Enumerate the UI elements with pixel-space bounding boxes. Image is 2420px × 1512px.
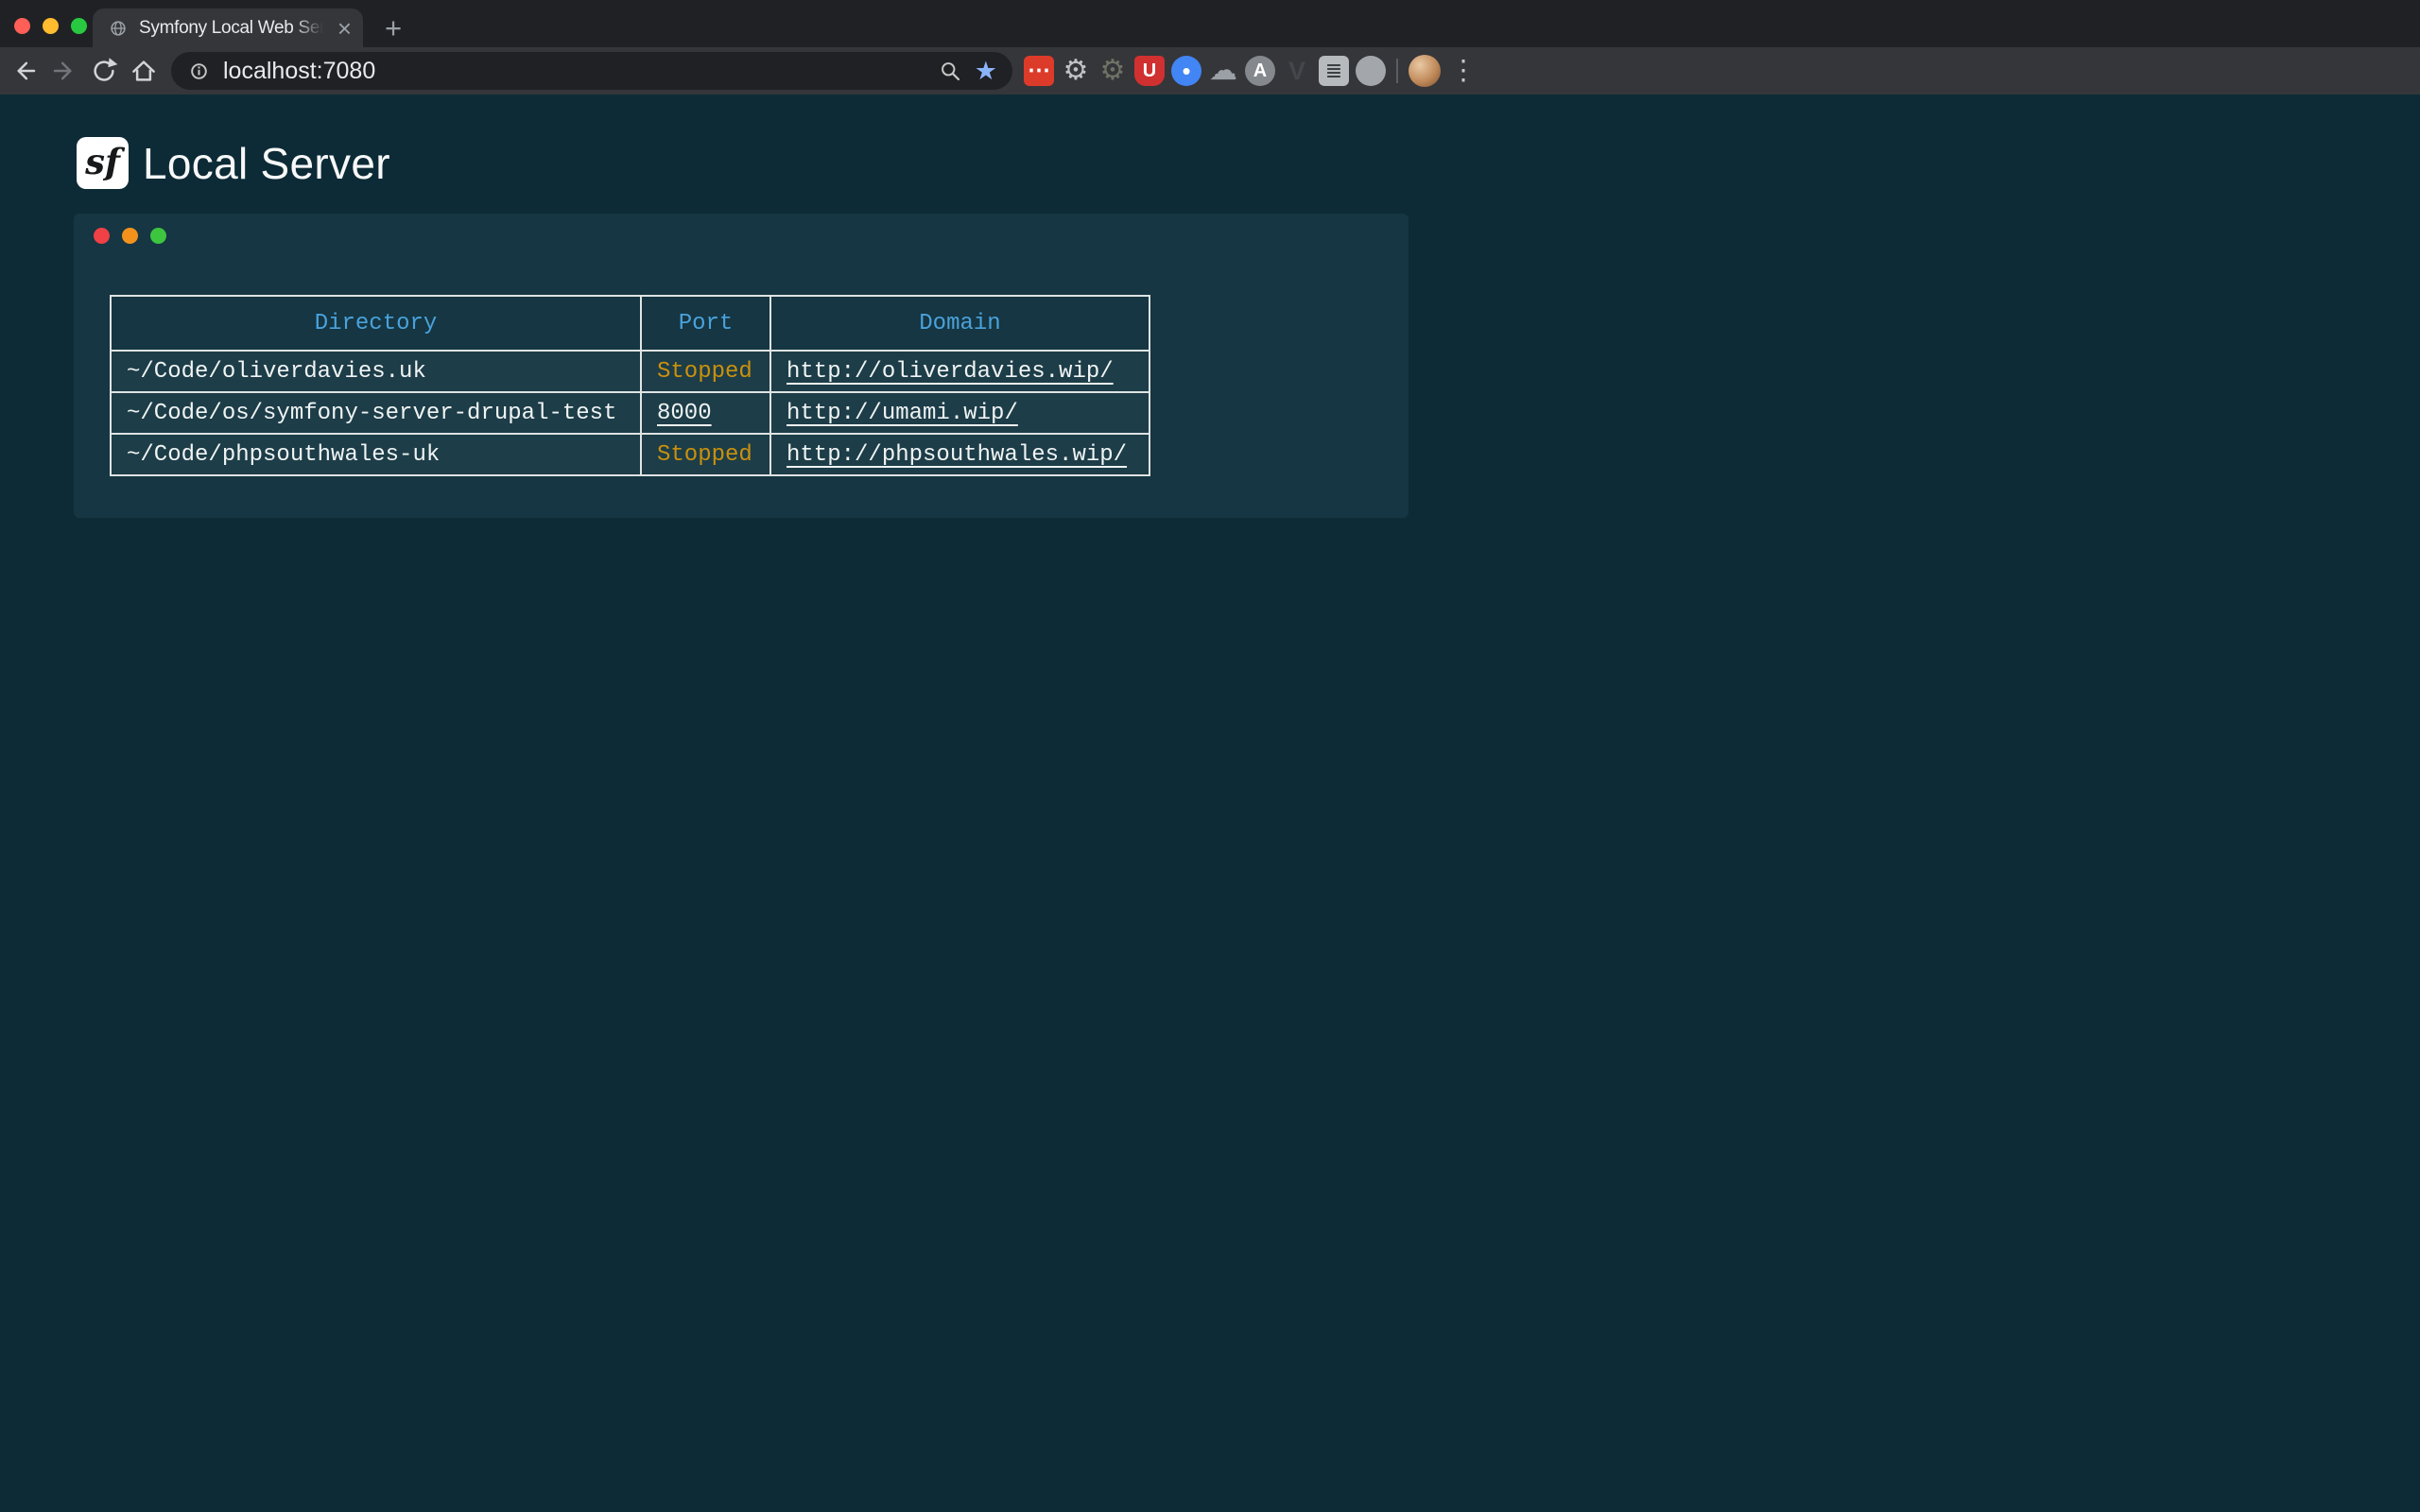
domain-link[interactable]: http://umami.wip/ bbox=[786, 401, 1018, 426]
status-stopped-label: Stopped bbox=[657, 442, 752, 468]
github-extension-icon[interactable] bbox=[1356, 56, 1386, 86]
status-stopped-label: Stopped bbox=[657, 359, 752, 385]
home-button[interactable] bbox=[124, 50, 164, 92]
window-close-button[interactable] bbox=[14, 18, 30, 34]
address-bar[interactable]: localhost:7080 ★ bbox=[171, 52, 1012, 90]
v-letter-extension-icon[interactable]: V bbox=[1282, 56, 1312, 86]
url-text: localhost:7080 bbox=[223, 58, 926, 85]
forward-arrow-icon bbox=[50, 57, 78, 85]
browser-tab[interactable]: Symfony Local Web Server: Prox × bbox=[93, 9, 363, 47]
server-table: Directory Port Domain ~/Code/oliverdavie… bbox=[110, 295, 1150, 476]
domain-column-header: Domain bbox=[770, 296, 1150, 351]
back-arrow-icon bbox=[10, 57, 39, 85]
table-header-row: Directory Port Domain bbox=[111, 296, 1150, 351]
home-icon bbox=[130, 57, 158, 85]
port-link[interactable]: 8000 bbox=[657, 401, 712, 426]
terminal-green-dot-icon bbox=[150, 228, 166, 244]
directory-cell: ~/Code/os/symfony-server-drupal-test bbox=[111, 392, 641, 434]
directory-cell: ~/Code/phpsouthwales-uk bbox=[111, 434, 641, 475]
blue-circle-extension-icon[interactable]: • bbox=[1171, 56, 1201, 86]
window-zoom-button[interactable] bbox=[71, 18, 87, 34]
page-content: sf Local Server Directory Port Domain bbox=[0, 94, 2420, 1512]
gear-dark-extension-icon[interactable]: ⚙ bbox=[1098, 56, 1128, 86]
reload-icon bbox=[90, 57, 118, 85]
a-letter-extension-icon[interactable]: A bbox=[1245, 56, 1275, 86]
terminal-panel: Directory Port Domain ~/Code/oliverdavie… bbox=[74, 214, 1409, 518]
gear-light-extension-icon[interactable]: ⚙ bbox=[1061, 56, 1091, 86]
page-title: Local Server bbox=[143, 138, 390, 189]
brand-header: sf Local Server bbox=[0, 94, 2420, 189]
domain-cell: http://umami.wip/ bbox=[770, 392, 1150, 434]
zoom-icon[interactable] bbox=[938, 59, 963, 84]
new-tab-button[interactable]: + bbox=[377, 11, 409, 43]
domain-cell: http://phpsouthwales.wip/ bbox=[770, 434, 1150, 475]
directory-column-header: Directory bbox=[111, 296, 641, 351]
globe-favicon-icon bbox=[108, 18, 129, 39]
tab-strip: Symfony Local Web Server: Prox × + bbox=[0, 0, 2420, 47]
table-row: ~/Code/os/symfony-server-drupal-test 800… bbox=[111, 392, 1150, 434]
window-minimize-button[interactable] bbox=[43, 18, 59, 34]
port-column-header: Port bbox=[641, 296, 770, 351]
back-button[interactable] bbox=[5, 50, 44, 92]
forward-button[interactable] bbox=[44, 50, 84, 92]
terminal-red-dot-icon bbox=[94, 228, 110, 244]
profile-avatar[interactable] bbox=[1409, 55, 1441, 87]
extensions-area: ⋯ ⚙ ⚙ U • ☁ A V ≣ bbox=[1024, 56, 1386, 86]
traffic-lights bbox=[14, 18, 87, 34]
domain-link[interactable]: http://phpsouthwales.wip/ bbox=[786, 442, 1127, 468]
grid-extension-icon[interactable]: ≣ bbox=[1319, 56, 1349, 86]
browser-window: Symfony Local Web Server: Prox × + bbox=[0, 0, 2420, 1512]
port-cell: 8000 bbox=[641, 392, 770, 434]
directory-cell: ~/Code/oliverdavies.uk bbox=[111, 351, 641, 392]
terminal-window-dots bbox=[94, 228, 166, 244]
cloud-extension-icon[interactable]: ☁ bbox=[1208, 56, 1238, 86]
browser-toolbar: localhost:7080 ★ ⋯ ⚙ ⚙ U • ☁ A V ≣ ⋮ bbox=[0, 47, 2420, 94]
red-dots-extension-icon[interactable]: ⋯ bbox=[1024, 56, 1054, 86]
bookmark-star-icon[interactable]: ★ bbox=[975, 59, 997, 84]
tab-title: Symfony Local Web Server: Prox bbox=[139, 18, 327, 39]
port-cell: Stopped bbox=[641, 434, 770, 475]
ublock-extension-icon[interactable]: U bbox=[1134, 56, 1165, 86]
table-row: ~/Code/phpsouthwales-uk Stopped http://p… bbox=[111, 434, 1150, 475]
tab-close-button[interactable]: × bbox=[337, 16, 352, 41]
terminal-orange-dot-icon bbox=[122, 228, 138, 244]
table-row: ~/Code/oliverdavies.uk Stopped http://ol… bbox=[111, 351, 1150, 392]
reload-button[interactable] bbox=[84, 50, 124, 92]
site-info-icon[interactable] bbox=[186, 59, 212, 84]
port-cell: Stopped bbox=[641, 351, 770, 392]
toolbar-divider bbox=[1396, 59, 1398, 83]
domain-link[interactable]: http://oliverdavies.wip/ bbox=[786, 359, 1114, 385]
domain-cell: http://oliverdavies.wip/ bbox=[770, 351, 1150, 392]
browser-menu-button[interactable]: ⋮ bbox=[1444, 50, 1482, 92]
symfony-logo-icon: sf bbox=[77, 137, 129, 189]
